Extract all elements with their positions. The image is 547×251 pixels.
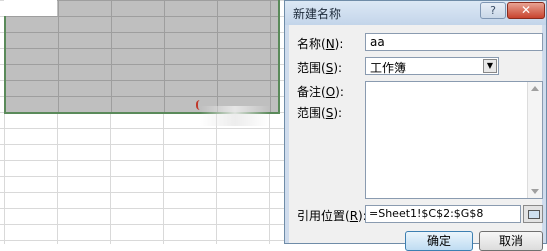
spreadsheet-area[interactable]: [0, 0, 290, 244]
close-button[interactable]: ✕: [507, 2, 545, 19]
comment-textarea[interactable]: [365, 81, 543, 199]
name-label-key: N: [325, 37, 335, 51]
comment-label: 备注(O):: [297, 83, 344, 100]
scroll-down-icon[interactable]: [531, 189, 539, 194]
scope-label-secondary: 范围(S):: [297, 104, 342, 121]
ok-button[interactable]: 确定: [405, 231, 473, 251]
name-label: 名称(N):: [297, 35, 343, 52]
scroll-up-icon[interactable]: [531, 86, 539, 91]
selected-range[interactable]: [4, 0, 280, 114]
comment-label-text: 备注(: [297, 85, 326, 99]
active-cell[interactable]: [4, 0, 57, 16]
name-input[interactable]: aa: [365, 33, 543, 51]
scope-select[interactable]: 工作簿 ▼: [365, 57, 499, 75]
image-artifact: [200, 106, 270, 126]
help-button[interactable]: ?: [480, 2, 506, 19]
name-label-text: 名称(: [297, 37, 326, 51]
scope-label-2-text: 范围(: [297, 106, 326, 120]
comment-label-key: O: [325, 85, 336, 99]
dialog-title: 新建名称: [293, 7, 342, 21]
chevron-down-icon[interactable]: ▼: [483, 59, 497, 73]
new-name-dialog: 新建名称 ? ✕ 名称(N): aa 范围(S): 工作簿 ▼ 备注(O): 范…: [284, 0, 547, 251]
dialog-titlebar[interactable]: 新建名称 ? ✕: [285, 1, 546, 25]
refers-to-input[interactable]: =Sheet1!$C$2:$G$8: [365, 205, 521, 223]
collapse-dialog-button[interactable]: [523, 205, 543, 223]
scope-label-2-tail: ):: [333, 106, 343, 120]
dialog-body: 名称(N): aa 范围(S): 工作簿 ▼ 备注(O): 范围(S): 引用位…: [289, 25, 543, 251]
comment-label-tail: ):: [335, 85, 344, 99]
scope-label-text: 范围(: [297, 61, 326, 75]
refers-to-label: 引用位置(R):: [297, 207, 367, 224]
range-select-icon: [528, 210, 540, 219]
scope-selected-value: 工作簿: [370, 61, 407, 75]
cancel-button[interactable]: 取消: [479, 231, 543, 251]
name-label-tail: ):: [334, 37, 344, 51]
scope-label-tail: ):: [333, 61, 343, 75]
comment-scrollbar[interactable]: [527, 82, 542, 198]
scope-label: 范围(S):: [297, 59, 342, 76]
refers-to-label-text: 引用位置(: [297, 209, 350, 223]
refers-to-label-key: R: [349, 209, 359, 223]
cursor-mark: [196, 100, 204, 110]
